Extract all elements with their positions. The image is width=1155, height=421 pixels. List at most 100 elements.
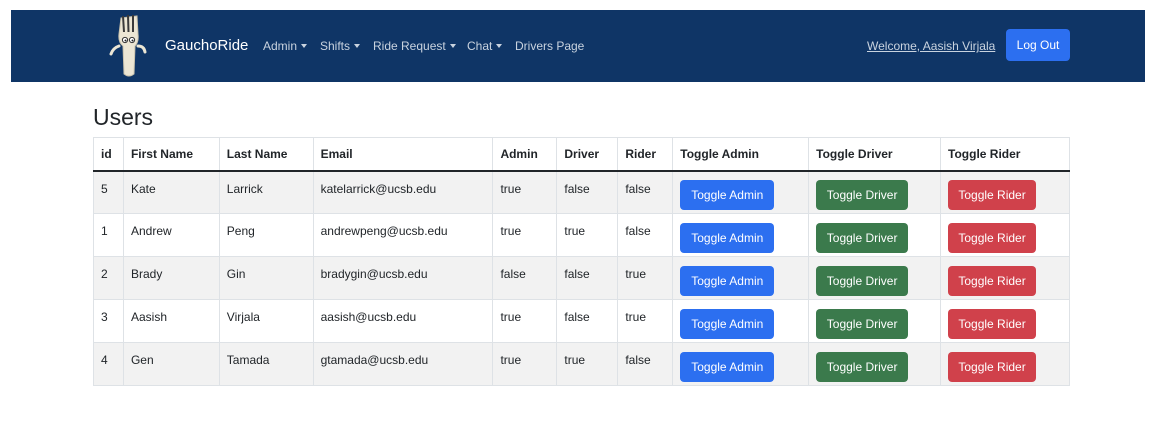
- logout-button[interactable]: Log Out: [1006, 29, 1070, 61]
- toggle-rider-button[interactable]: Toggle Rider: [948, 309, 1037, 339]
- column-header-first-name: First Name: [122, 137, 220, 172]
- cell-toggle-driver: Toggle Driver: [808, 299, 942, 343]
- table-row: 1 Andrew Peng andrewpeng@ucsb.edu true t…: [93, 213, 1070, 257]
- cell-id: 5: [93, 170, 124, 214]
- cell-first-name: Kate: [122, 170, 220, 214]
- toggle-rider-button[interactable]: Toggle Rider: [948, 266, 1037, 296]
- cell-toggle-driver: Toggle Driver: [808, 342, 942, 386]
- nav-shifts-dropdown[interactable]: Shifts: [320, 39, 361, 53]
- cell-admin: true: [492, 213, 558, 257]
- top-navbar: GauchoRide Admin Shifts Ride Request Cha…: [11, 10, 1145, 82]
- toggle-admin-button[interactable]: Toggle Admin: [680, 266, 775, 296]
- nav-chat-dropdown[interactable]: Chat: [467, 39, 503, 53]
- column-header-toggle-admin: Toggle Admin: [672, 137, 810, 172]
- cell-toggle-driver: Toggle Driver: [808, 170, 942, 214]
- cell-last-name: Tamada: [218, 342, 314, 386]
- cell-toggle-rider: Toggle Rider: [940, 170, 1070, 214]
- cell-first-name: Brady: [122, 256, 220, 300]
- toggle-rider-button[interactable]: Toggle Rider: [948, 223, 1037, 253]
- cell-rider: true: [617, 256, 674, 300]
- cell-toggle-admin: Toggle Admin: [672, 256, 810, 300]
- cell-toggle-rider: Toggle Rider: [940, 342, 1070, 386]
- cell-email: bradygin@ucsb.edu: [312, 256, 494, 300]
- cell-admin: true: [492, 342, 558, 386]
- caret-down-icon: [354, 44, 361, 48]
- users-table: id First Name Last Name Email Admin Driv…: [93, 137, 1070, 386]
- nav-admin-dropdown[interactable]: Admin: [263, 39, 308, 53]
- gaucho-fork-mascot-icon[interactable]: [107, 12, 151, 78]
- cell-admin: false: [492, 256, 558, 300]
- cell-first-name: Gen: [122, 342, 220, 386]
- table-row: 5 Kate Larrick katelarrick@ucsb.edu true…: [93, 170, 1070, 214]
- nav-admin-label[interactable]: Admin: [263, 39, 297, 53]
- table-row: 4 Gen Tamada gtamada@ucsb.edu true true …: [93, 342, 1070, 386]
- toggle-driver-button[interactable]: Toggle Driver: [816, 180, 909, 211]
- cell-email: aasish@ucsb.edu: [312, 299, 494, 343]
- cell-toggle-driver: Toggle Driver: [808, 213, 942, 257]
- cell-id: 4: [93, 342, 124, 386]
- cell-rider: false: [617, 342, 674, 386]
- page-title: Users: [93, 104, 154, 130]
- cell-email: katelarrick@ucsb.edu: [312, 170, 494, 214]
- cell-driver: false: [556, 170, 619, 214]
- table-header-row: id First Name Last Name Email Admin Driv…: [93, 137, 1070, 172]
- cell-rider: false: [617, 213, 674, 257]
- cell-rider: true: [617, 299, 674, 343]
- welcome-user-link[interactable]: Welcome, Aasish Virjala: [867, 39, 995, 53]
- column-header-toggle-driver: Toggle Driver: [808, 137, 942, 172]
- cell-admin: true: [492, 299, 558, 343]
- cell-id: 2: [93, 256, 124, 300]
- cell-driver: true: [556, 213, 619, 257]
- cell-last-name: Gin: [218, 256, 314, 300]
- toggle-driver-button[interactable]: Toggle Driver: [816, 352, 909, 382]
- cell-driver: true: [556, 342, 619, 386]
- toggle-admin-button[interactable]: Toggle Admin: [680, 309, 775, 339]
- cell-driver: false: [556, 256, 619, 300]
- column-header-admin: Admin: [492, 137, 558, 172]
- cell-toggle-rider: Toggle Rider: [940, 299, 1070, 343]
- toggle-admin-button[interactable]: Toggle Admin: [680, 223, 775, 253]
- cell-toggle-admin: Toggle Admin: [672, 170, 810, 214]
- column-header-toggle-rider: Toggle Rider: [940, 137, 1070, 172]
- cell-toggle-admin: Toggle Admin: [672, 213, 810, 257]
- cell-rider: false: [617, 170, 674, 214]
- cell-email: gtamada@ucsb.edu: [312, 342, 494, 386]
- table-row: 2 Brady Gin bradygin@ucsb.edu false fals…: [93, 256, 1070, 300]
- toggle-driver-button[interactable]: Toggle Driver: [816, 309, 909, 339]
- cell-toggle-rider: Toggle Rider: [940, 213, 1070, 257]
- column-header-rider: Rider: [617, 137, 674, 172]
- cell-toggle-admin: Toggle Admin: [672, 342, 810, 386]
- cell-first-name: Aasish: [122, 299, 220, 343]
- column-header-driver: Driver: [556, 137, 619, 172]
- nav-shifts-label[interactable]: Shifts: [320, 39, 350, 53]
- toggle-rider-button[interactable]: Toggle Rider: [948, 352, 1037, 382]
- nav-ride-request-dropdown[interactable]: Ride Request: [373, 39, 456, 53]
- cell-toggle-admin: Toggle Admin: [672, 299, 810, 343]
- cell-toggle-driver: Toggle Driver: [808, 256, 942, 300]
- brand-name[interactable]: GauchoRide: [165, 37, 248, 54]
- toggle-driver-button[interactable]: Toggle Driver: [816, 223, 909, 253]
- nav-drivers-page-link[interactable]: Drivers Page: [515, 39, 584, 53]
- nav-ride-request-label[interactable]: Ride Request: [373, 39, 446, 53]
- toggle-driver-button[interactable]: Toggle Driver: [816, 266, 909, 296]
- cell-id: 3: [93, 299, 124, 343]
- cell-first-name: Andrew: [122, 213, 220, 257]
- toggle-rider-button[interactable]: Toggle Rider: [948, 180, 1037, 211]
- table-row: 3 Aasish Virjala aasish@ucsb.edu true fa…: [93, 299, 1070, 343]
- cell-email: andrewpeng@ucsb.edu: [312, 213, 494, 257]
- nav-chat-label[interactable]: Chat: [467, 39, 492, 53]
- toggle-admin-button[interactable]: Toggle Admin: [680, 352, 775, 382]
- column-header-id: id: [93, 137, 124, 172]
- column-header-last-name: Last Name: [218, 137, 314, 172]
- cell-last-name: Peng: [218, 213, 314, 257]
- cell-last-name: Larrick: [218, 170, 314, 214]
- cell-last-name: Virjala: [218, 299, 314, 343]
- toggle-admin-button[interactable]: Toggle Admin: [680, 180, 775, 211]
- caret-down-icon: [301, 44, 308, 48]
- cell-admin: true: [492, 170, 558, 214]
- cell-toggle-rider: Toggle Rider: [940, 256, 1070, 300]
- cell-id: 1: [93, 213, 124, 257]
- caret-down-icon: [496, 44, 503, 48]
- cell-driver: false: [556, 299, 619, 343]
- caret-down-icon: [449, 44, 456, 48]
